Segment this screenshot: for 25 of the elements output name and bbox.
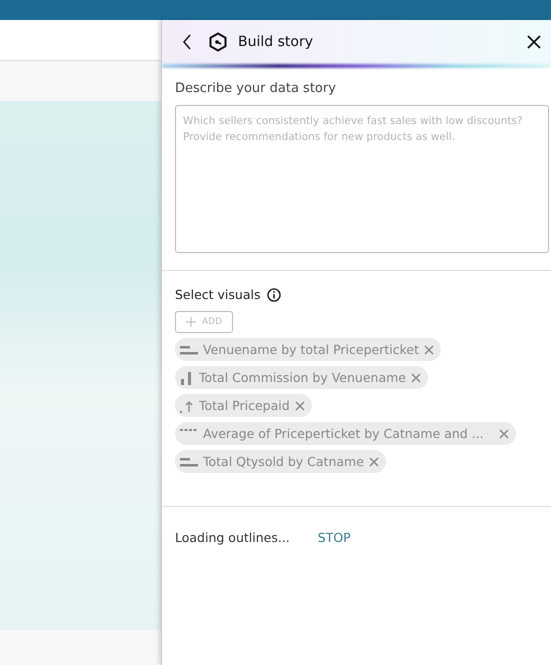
back-icon[interactable] <box>182 34 192 50</box>
column-chart-icon <box>180 370 194 384</box>
remove-icon[interactable] <box>498 428 509 438</box>
stop-button[interactable]: STOP <box>318 530 351 545</box>
visual-name: Total Qtysold by Catname <box>203 454 364 469</box>
remove-icon[interactable] <box>410 372 421 382</box>
close-icon[interactable] <box>527 35 541 49</box>
visual-name: Venuename by total Priceperticket <box>203 342 419 357</box>
info-icon <box>266 288 280 302</box>
kpi-icon <box>180 398 194 412</box>
visual-name: Total Pricepaid <box>199 398 290 413</box>
bar-chart-icon <box>180 456 198 468</box>
bar-chart-icon <box>180 344 198 356</box>
story-input-field[interactable]: Which sellers consistently achieve fast sales with low discounts? Provide recommendations for new products as well. <box>175 105 549 253</box>
status-text: Loading outlines... <box>175 530 290 545</box>
panel-title: Build story <box>238 34 313 50</box>
field-label: Describe your data story <box>175 81 337 96</box>
hexagon-icon <box>208 32 228 52</box>
visual-name: Total Commission by Venuename <box>199 370 406 385</box>
remove-icon[interactable] <box>368 456 379 466</box>
remove-icon[interactable] <box>294 400 305 410</box>
plus-icon <box>186 317 196 327</box>
section-label: Select visuals <box>175 287 260 302</box>
remove-icon[interactable] <box>424 344 434 354</box>
visual-name: Average of Priceperticket by Catname and ... <box>203 426 484 441</box>
